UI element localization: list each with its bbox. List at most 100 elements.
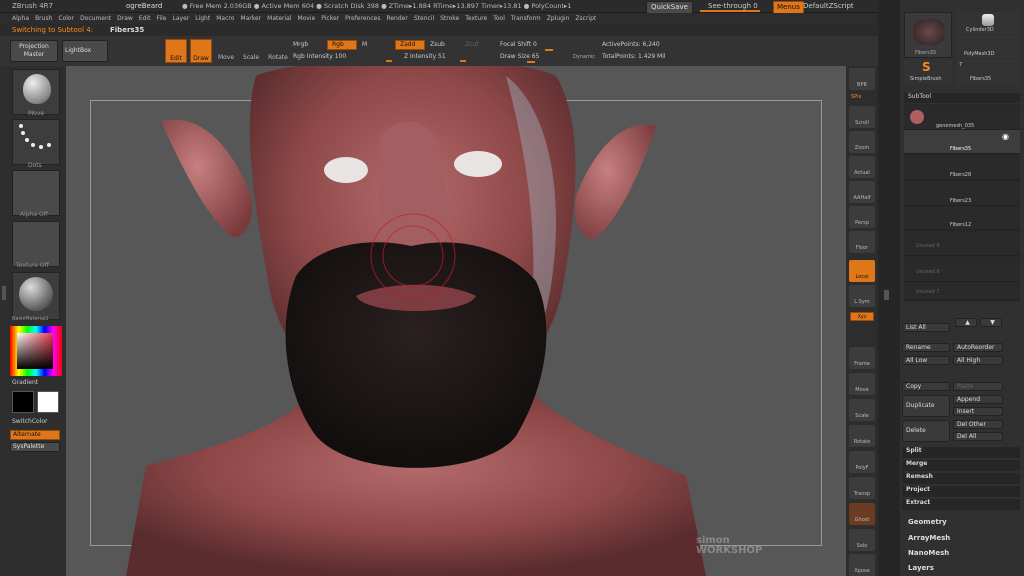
fibers-tool-thumb[interactable]: 7 Fibers35 [956,60,1020,84]
polyf-button[interactable]: PolyF [849,451,875,473]
draw-mode-button[interactable]: Draw [190,39,212,63]
subtool-row[interactable]: Fibers12 [904,206,1020,230]
move-up-arrow-icon[interactable]: ▲ [955,318,977,327]
subtool-row-empty[interactable]: Unused 6 [904,232,1020,256]
polymesh-tool-thumb[interactable]: PolyMesh3D [956,36,1020,58]
del-all-button[interactable]: Del All [953,432,1003,441]
actual-button[interactable]: Actual [849,156,875,178]
scroll-button[interactable]: Scroll [849,106,875,128]
mrgb-button[interactable]: Mrgb [293,41,308,49]
menu-document[interactable]: Document [80,15,111,22]
menu-color[interactable]: Color [58,15,74,22]
merge-section[interactable]: Merge [902,460,1020,471]
cylinder-tool-thumb[interactable]: Cylinder3D [956,12,1020,34]
aahalf-button[interactable]: AAHalf [849,181,875,203]
geometry-menu[interactable]: Geometry [908,518,947,527]
transp-button[interactable]: Transp [849,477,875,499]
xpose-button[interactable]: Xpose [849,554,875,576]
paste-button[interactable]: Paste [953,382,1003,391]
rotate-view-button[interactable]: Rotate [849,425,875,447]
canvas-viewport[interactable]: simon WORKSHOP [66,66,846,576]
zcut-button[interactable]: Zcut [465,41,479,49]
split-section[interactable]: Split [902,447,1020,458]
brush-slot[interactable] [12,69,60,115]
subtool-row-empty[interactable]: Unused 7 [904,282,1020,300]
main-color-swatch[interactable] [12,391,34,413]
subtool-row[interactable]: genemesh_035 [904,106,1020,130]
menu-macro[interactable]: Macro [216,15,234,22]
subtool-row-selected[interactable]: Fibers35 ◉ [904,130,1020,154]
right-tray-handle[interactable] [884,290,889,300]
projection-master-button[interactable]: Projection Master [10,40,58,62]
menu-render[interactable]: Render [386,15,407,22]
copy-button[interactable]: Copy [902,382,950,391]
material-slot[interactable] [12,272,60,320]
rotate-mode-button[interactable]: Rotate [266,39,290,63]
bpr-button[interactable]: BPR [849,68,875,90]
subtool-header[interactable]: SubTool [904,93,1020,103]
list-all-button[interactable]: List All [902,323,950,332]
duplicate-button[interactable]: Duplicate [902,395,950,417]
gradient-label[interactable]: Gradient [12,379,38,387]
switchcolor-button[interactable]: SwitchColor [12,418,48,426]
zoom-button[interactable]: Zoom [849,131,875,153]
local-button[interactable]: Local [849,260,875,282]
menu-preferences[interactable]: Preferences [345,15,380,22]
edit-mode-button[interactable]: Edit [165,39,187,63]
simplebrush-tool-thumb[interactable]: S SimpleBrush [904,60,952,84]
menu-picker[interactable]: Picker [321,15,339,22]
nanomesh-menu[interactable]: NanoMesh [908,549,949,558]
move-mode-button[interactable]: Move [215,39,237,63]
menu-brush[interactable]: Brush [35,15,52,22]
menu-file[interactable]: File [156,15,166,22]
z-intensity-slider[interactable]: Z Intensity 51 [404,53,446,61]
zadd-button[interactable]: Zadd [395,40,425,50]
scale-view-button[interactable]: Scale [849,399,875,421]
xyz-button[interactable]: Xyz [850,312,874,321]
menu-zscript[interactable]: Zscript [575,15,596,22]
frame-button[interactable]: Frame [849,347,875,369]
menu-alpha[interactable]: Alpha [12,15,29,22]
stroke-slot[interactable] [12,119,60,165]
default-zscript-button[interactable]: DefaultZScript [803,2,854,11]
subtool-row-empty[interactable]: Unused 6 [904,258,1020,282]
zsub-button[interactable]: Zsub [430,41,445,49]
ghost-button[interactable]: Ghost [849,503,875,525]
move-down-arrow-icon[interactable]: ▼ [980,318,1002,327]
texture-slot[interactable] [12,221,60,267]
alternate-button[interactable]: Alternate [10,430,60,440]
insert-button[interactable]: Insert [953,407,1003,416]
spix-slider[interactable]: SPix [851,93,861,101]
menu-transform[interactable]: Transform [511,15,541,22]
remesh-section[interactable]: Remesh [902,473,1020,484]
persp-button[interactable]: Persp [849,206,875,228]
alpha-slot[interactable] [12,170,60,216]
delete-button[interactable]: Delete [902,420,950,442]
menu-marker[interactable]: Marker [240,15,261,22]
menu-texture[interactable]: Texture [465,15,487,22]
del-other-button[interactable]: Del Other [953,420,1003,429]
focal-shift-slider[interactable]: Focal Shift 0 [500,41,537,49]
menu-light[interactable]: Light [195,15,210,22]
move-view-button[interactable]: Move [849,373,875,395]
extract-section[interactable]: Extract [902,499,1020,510]
subtool-row[interactable]: Fibers23 [904,182,1020,206]
color-sv-square[interactable] [17,333,53,369]
dynamic-button[interactable]: Dynamic [573,53,595,61]
all-high-button[interactable]: All High [953,356,1003,365]
project-section[interactable]: Project [902,486,1020,497]
menu-layer[interactable]: Layer [173,15,190,22]
secondary-color-swatch[interactable] [37,391,59,413]
current-tool-thumb[interactable]: Fibers35 [904,12,952,58]
solo-button[interactable]: Solo [849,529,875,551]
menu-edit[interactable]: Edit [139,15,151,22]
append-button[interactable]: Append [953,395,1003,404]
color-picker[interactable] [10,326,62,376]
draw-size-slider[interactable]: Draw Size 65 [500,53,539,61]
rename-button[interactable]: Rename [902,343,950,352]
menu-movie[interactable]: Movie [298,15,316,22]
layers-menu[interactable]: Layers [908,564,934,573]
left-tray-handle[interactable] [2,286,6,300]
menu-draw[interactable]: Draw [117,15,133,22]
rgb-button[interactable]: Rgb [327,40,357,50]
